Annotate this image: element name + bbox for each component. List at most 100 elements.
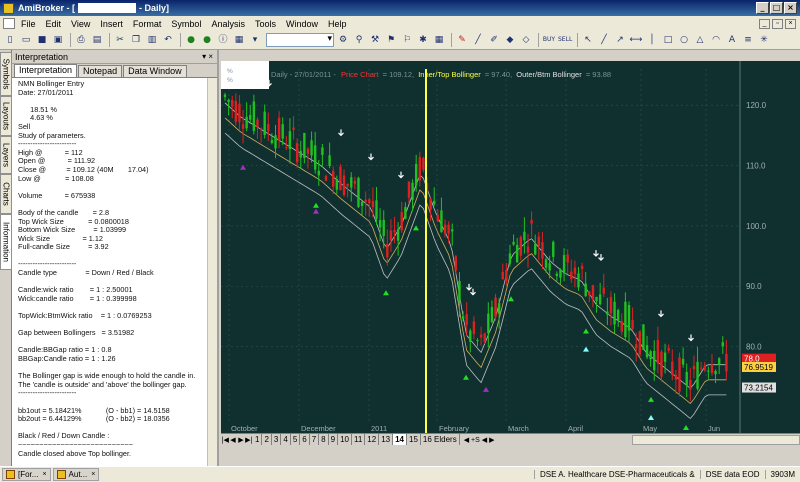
sheet-tab[interactable]: 1: [253, 434, 263, 445]
draw-color-icon[interactable]: ✐: [487, 33, 501, 47]
task-close-icon[interactable]: ×: [42, 471, 46, 478]
indicator-icon[interactable]: ⚐: [400, 33, 414, 47]
horizontal-line-icon[interactable]: ⟷: [629, 33, 643, 47]
erase-icon[interactable]: ◇: [519, 33, 533, 47]
side-tab-layouts[interactable]: Layouts: [0, 96, 12, 136]
sheet-tab[interactable]: 10: [338, 434, 352, 445]
ellipse-icon[interactable]: ○: [677, 33, 691, 47]
sheet-tab[interactable]: 3: [272, 434, 282, 445]
menu-format[interactable]: Format: [133, 19, 162, 29]
quote-icon[interactable]: ▦: [232, 33, 246, 47]
select-tool-icon[interactable]: ↖: [581, 33, 595, 47]
prev-sheet-button[interactable]: ◀: [229, 436, 237, 444]
first-sheet-button[interactable]: |◀: [221, 436, 229, 444]
sheet-tab[interactable]: 11: [352, 434, 366, 445]
tools-icon[interactable]: ✱: [416, 33, 430, 47]
print-preview-icon[interactable]: ▤: [90, 33, 104, 47]
mdi-minimize-button[interactable]: _: [759, 18, 770, 29]
price-chart[interactable]: % % Daily - 27/01/2011 - Price Chart = 1…: [221, 61, 800, 433]
cursor-icon[interactable]: ▾: [248, 33, 262, 47]
menu-file[interactable]: File: [21, 19, 36, 29]
candle-body: [562, 255, 566, 274]
tab-interpretation[interactable]: Interpretation: [14, 64, 78, 77]
panel-close-icon[interactable]: ▾ ×: [202, 52, 213, 61]
menu-insert[interactable]: Insert: [100, 19, 123, 29]
symbol-combo[interactable]: [266, 33, 334, 47]
menu-tools[interactable]: Tools: [255, 19, 276, 29]
grid-icon[interactable]: ▦: [432, 33, 446, 47]
print-icon[interactable]: ⎙: [74, 33, 88, 47]
back-icon[interactable]: ●: [184, 33, 198, 47]
sheet-tab[interactable]: 9: [329, 434, 339, 445]
sheet-tab[interactable]: 8: [319, 434, 329, 445]
sheet-tab[interactable]: 14: [393, 434, 408, 445]
maximize-button[interactable]: □: [770, 2, 783, 14]
document-menu-icon[interactable]: [3, 18, 15, 29]
undo-icon[interactable]: ↶: [161, 33, 175, 47]
gann-icon[interactable]: ✳: [757, 33, 771, 47]
draw-line-icon[interactable]: ╱: [471, 33, 485, 47]
sheet-extra-controls[interactable]: ◀ +S ◀ ▶: [464, 436, 495, 444]
sheet-tab[interactable]: 12: [365, 434, 380, 445]
fibonacci-icon[interactable]: ≡: [741, 33, 755, 47]
zoom-icon[interactable]: ⚙: [336, 33, 350, 47]
buy-icon[interactable]: BUY: [542, 33, 556, 47]
vertical-line-icon[interactable]: │: [645, 33, 659, 47]
sheet-tab[interactable]: 15: [407, 434, 421, 445]
candles-icon[interactable]: ⚑: [384, 33, 398, 47]
trendline-icon[interactable]: ╱: [597, 33, 611, 47]
ray-icon[interactable]: ↗: [613, 33, 627, 47]
sheet-tab[interactable]: 6: [300, 434, 310, 445]
mdi-restore-button[interactable]: ▫: [772, 18, 783, 29]
save-icon[interactable]: ■: [35, 33, 49, 47]
save-all-icon[interactable]: ▣: [51, 33, 65, 47]
arc-icon[interactable]: ◠: [709, 33, 723, 47]
sheet-tab[interactable]: 7: [310, 434, 320, 445]
rectangle-icon[interactable]: □: [661, 33, 675, 47]
sheet-tab[interactable]: 5: [291, 434, 301, 445]
task-close-icon[interactable]: ×: [91, 471, 95, 478]
task-formula[interactable]: [For... ×: [2, 468, 51, 481]
copy-icon[interactable]: ❐: [129, 33, 143, 47]
menu-edit[interactable]: Edit: [46, 19, 62, 29]
triangle-icon[interactable]: △: [693, 33, 707, 47]
side-tab-layers[interactable]: Layers: [0, 136, 12, 174]
last-sheet-button[interactable]: ▶|: [245, 436, 253, 444]
open-folder-icon[interactable]: ▭: [19, 33, 33, 47]
side-tab-charts[interactable]: Charts: [0, 174, 12, 214]
text-icon[interactable]: A: [725, 33, 739, 47]
chart-canvas[interactable]: % % Daily - 27/01/2011 - Price Chart = 1…: [221, 61, 800, 433]
cut-icon[interactable]: ✂: [113, 33, 127, 47]
close-button[interactable]: ×: [784, 2, 797, 14]
task-automatic-analysis[interactable]: Aut... ×: [52, 468, 100, 481]
menu-symbol[interactable]: Symbol: [171, 19, 201, 29]
sheet-tab[interactable]: 16 Elders: [421, 434, 460, 445]
menu-view[interactable]: View: [71, 19, 90, 29]
menu-analysis[interactable]: Analysis: [211, 19, 245, 29]
forward-icon[interactable]: ●: [200, 33, 214, 47]
line-icon[interactable]: ⚒: [368, 33, 382, 47]
side-tab-symbols[interactable]: Symbols: [0, 52, 12, 96]
menu-help[interactable]: Help: [328, 19, 347, 29]
minimize-button[interactable]: _: [756, 2, 769, 14]
new-file-icon[interactable]: ▯: [3, 33, 17, 47]
side-tab-information[interactable]: Information: [0, 214, 12, 270]
sheet-tab[interactable]: 13: [379, 434, 394, 445]
pen-icon[interactable]: ✎: [455, 33, 469, 47]
study-icon[interactable]: ◆: [503, 33, 517, 47]
paste-icon[interactable]: ▥: [145, 33, 159, 47]
sheet-tab[interactable]: 2: [262, 434, 272, 445]
candle-body: [620, 321, 623, 332]
menu-window[interactable]: Window: [286, 19, 318, 29]
panel-scrollbar[interactable]: [207, 78, 217, 466]
mdi-close-button[interactable]: ×: [785, 18, 796, 29]
horizontal-scrollbar[interactable]: [632, 434, 800, 445]
sell-icon[interactable]: SELL: [558, 33, 572, 47]
bars-icon[interactable]: ⚲: [352, 33, 366, 47]
next-sheet-button[interactable]: ▶: [237, 436, 245, 444]
sheet-tab[interactable]: 4: [281, 434, 291, 445]
candle-body: [451, 229, 454, 232]
tab-notepad[interactable]: Notepad: [78, 65, 123, 77]
info-icon[interactable]: ⓘ: [216, 33, 230, 47]
tab-data-window[interactable]: Data Window: [123, 65, 187, 77]
